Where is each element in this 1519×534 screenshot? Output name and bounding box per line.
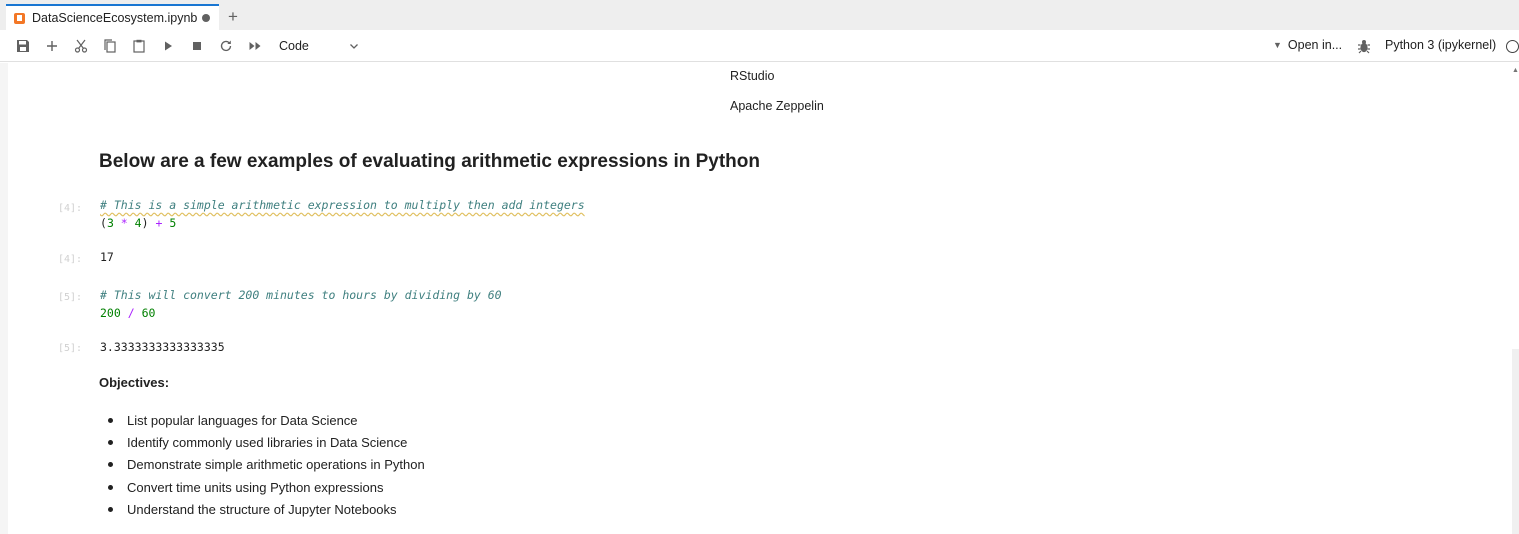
code-token: 3 [106, 216, 114, 230]
notebook-panel: ▲ RStudio Apache Zeppelin Below are a fe… [0, 63, 1519, 534]
list-item: List popular languages for Data Science [108, 409, 425, 431]
new-tab-button[interactable]: + [222, 4, 244, 30]
kernel-status-circle-icon [1506, 40, 1519, 53]
bullet-icon [108, 507, 113, 513]
list-item-label: Understand the structure of Jupyter Note… [127, 502, 397, 518]
save-icon[interactable] [13, 36, 33, 56]
code-comment: # This is a simple arithmetic expression… [100, 198, 585, 212]
list-item-label: Identify commonly used libraries in Data… [127, 435, 408, 451]
code-token: / [120, 306, 142, 320]
list-item: Understand the structure of Jupyter Note… [108, 499, 425, 521]
list-item-label: Demonstrate simple arithmetic operations… [127, 457, 425, 473]
section-heading: Below are a few examples of evaluating a… [99, 151, 760, 172]
code-token: ) [141, 216, 156, 230]
code-token: ( [100, 216, 107, 230]
code-token: 60 [141, 306, 156, 320]
left-gutter [0, 63, 8, 534]
list-item: Convert time units using Python expressi… [108, 476, 425, 498]
objectives-title: Objectives: [99, 375, 170, 390]
cell-output: 3.3333333333333335 [100, 340, 225, 354]
bullet-icon [108, 417, 113, 423]
code-token: * [113, 216, 135, 230]
unsaved-indicator-icon[interactable] [202, 14, 211, 22]
notebook-icon [14, 12, 25, 24]
cell-type-dropdown[interactable]: Code [276, 36, 360, 56]
paste-icon[interactable] [129, 36, 149, 56]
markdown-text-rstudio: RStudio [730, 69, 775, 83]
code-comment: # This will convert 200 minutes to hours… [100, 288, 502, 302]
notebook-toolbar: Code ▼ Open in... Python 3 (ipykernel) [0, 30, 1519, 62]
open-in-button[interactable]: ▼ Open in... [1273, 38, 1342, 52]
list-item-label: List popular languages for Data Science [127, 412, 358, 428]
run-icon[interactable] [158, 36, 178, 56]
tab-bar: DataScienceEcosystem.ipynb + [0, 0, 1519, 30]
code-token: 5 [162, 216, 177, 230]
bullet-icon [108, 440, 113, 446]
restart-icon[interactable] [216, 36, 236, 56]
stop-icon[interactable] [187, 36, 207, 56]
code-cell-input[interactable]: # This will convert 200 minutes to hours… [100, 286, 502, 322]
scroll-up-arrow-icon[interactable]: ▲ [1512, 67, 1519, 74]
list-item: Demonstrate simple arithmetic operations… [108, 454, 425, 476]
kernel-name[interactable]: Python 3 (ipykernel) [1385, 38, 1496, 52]
copy-icon[interactable] [100, 36, 120, 56]
bullet-icon [108, 462, 113, 468]
tab-title: DataScienceEcosystem.ipynb [32, 11, 198, 25]
cell-output: 17 [100, 250, 114, 264]
chevron-down-icon [350, 44, 358, 49]
caret-down-icon: ▼ [1273, 40, 1282, 50]
vertical-scrollbar[interactable] [1512, 349, 1519, 534]
debugger-bug-icon[interactable] [1357, 38, 1371, 54]
markdown-text-zeppelin: Apache Zeppelin [730, 99, 824, 113]
output-prompt: [4]: [58, 254, 83, 265]
bullet-icon [108, 484, 113, 490]
cell-type-label: Code [279, 39, 309, 53]
notebook-tab[interactable]: DataScienceEcosystem.ipynb [6, 4, 219, 30]
objectives-list: List popular languages for Data Science … [108, 409, 425, 521]
input-prompt: [4]: [58, 203, 83, 214]
add-cell-icon[interactable] [42, 36, 62, 56]
code-token: 200 [100, 306, 121, 320]
code-cell-input[interactable]: # This is a simple arithmetic expression… [100, 196, 585, 232]
list-item: Identify commonly used libraries in Data… [108, 431, 425, 453]
cut-icon[interactable] [71, 36, 91, 56]
list-item-label: Convert time units using Python expressi… [127, 479, 384, 495]
input-prompt: [5]: [58, 292, 83, 303]
open-in-label: Open in... [1287, 38, 1343, 52]
code-token: 4 [134, 216, 142, 230]
output-prompt: [5]: [58, 343, 83, 354]
run-all-icon[interactable] [245, 36, 265, 56]
